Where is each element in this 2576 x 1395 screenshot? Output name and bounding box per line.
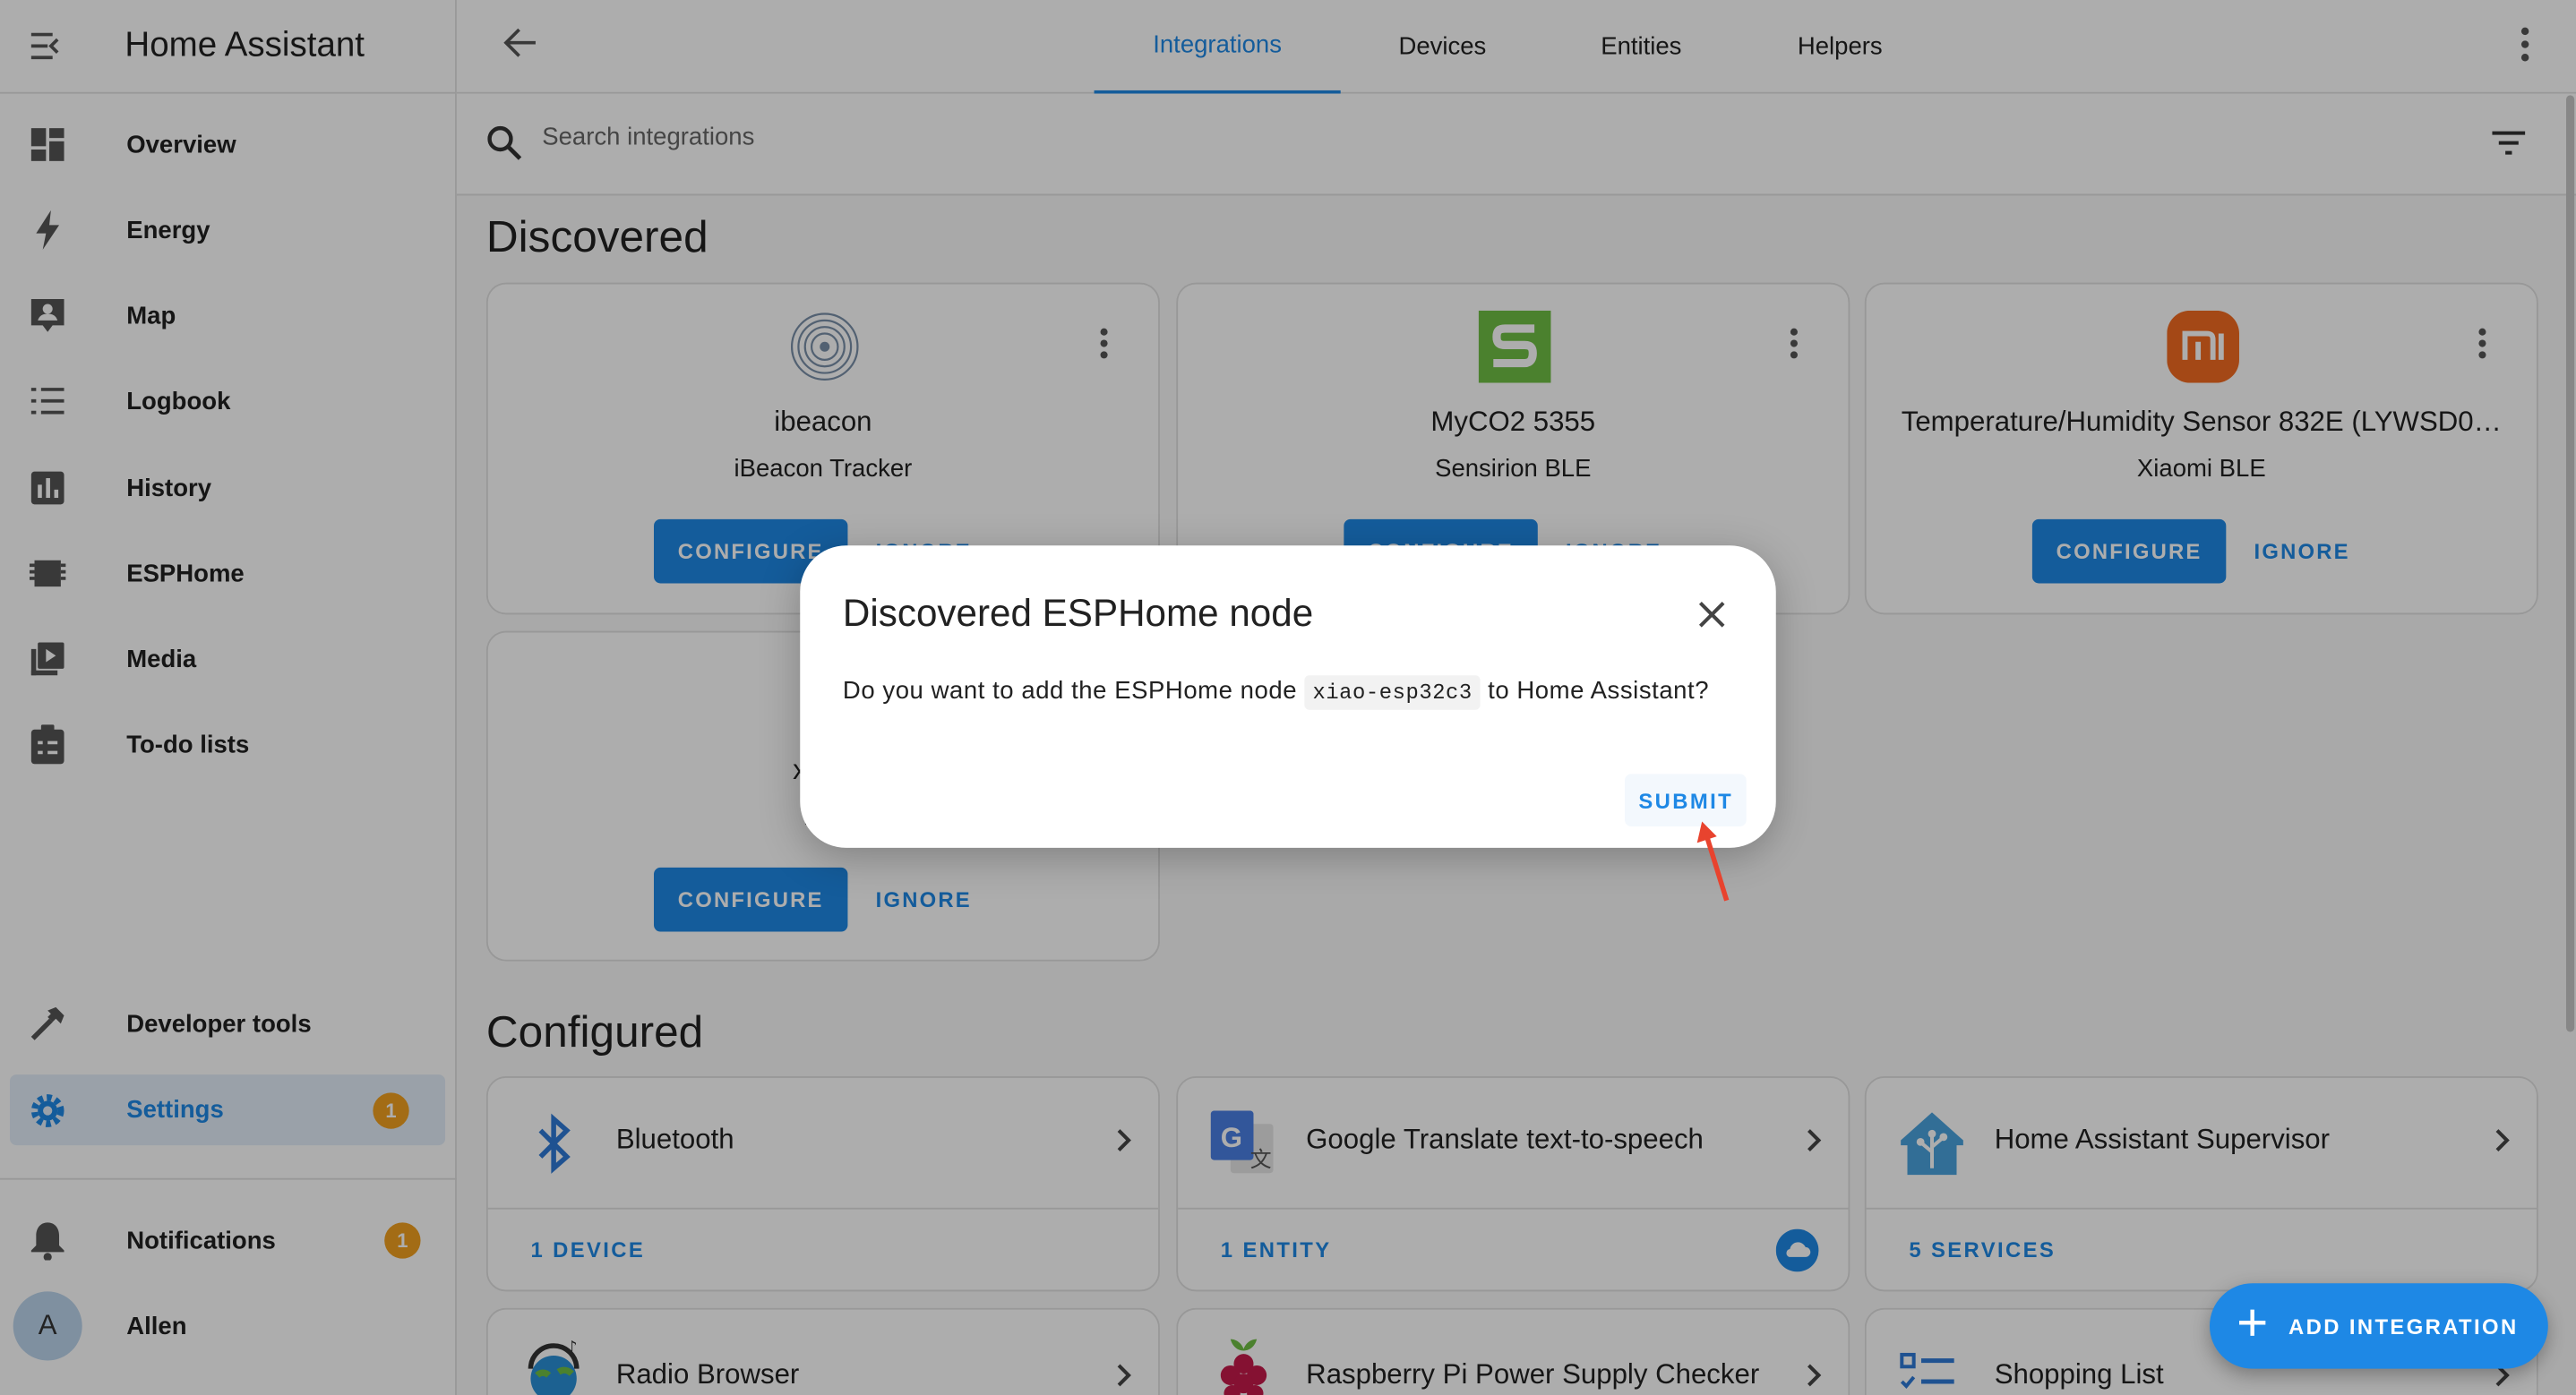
dialog-title: Discovered ESPHome node (842, 591, 1314, 635)
dialog-body-prefix: Do you want to add the ESPHome node (842, 677, 1305, 706)
close-icon[interactable] (1697, 600, 1727, 638)
plus-icon (2236, 1305, 2269, 1347)
dialog-body: Do you want to add the ESPHome node xiao… (842, 675, 1710, 710)
node-name: xiao-esp32c3 (1304, 675, 1481, 710)
add-integration-label: ADD INTEGRATION (2288, 1314, 2519, 1339)
app-root: Home Assistant Overview Energy Map Logbo… (0, 0, 2576, 1395)
dialog-body-suffix: to Home Assistant? (1480, 677, 1710, 706)
esphome-discovery-dialog: Discovered ESPHome node Do you want to a… (800, 545, 1776, 848)
annotation-arrow-icon (1696, 821, 1730, 902)
add-integration-button[interactable]: ADD INTEGRATION (2209, 1283, 2548, 1369)
